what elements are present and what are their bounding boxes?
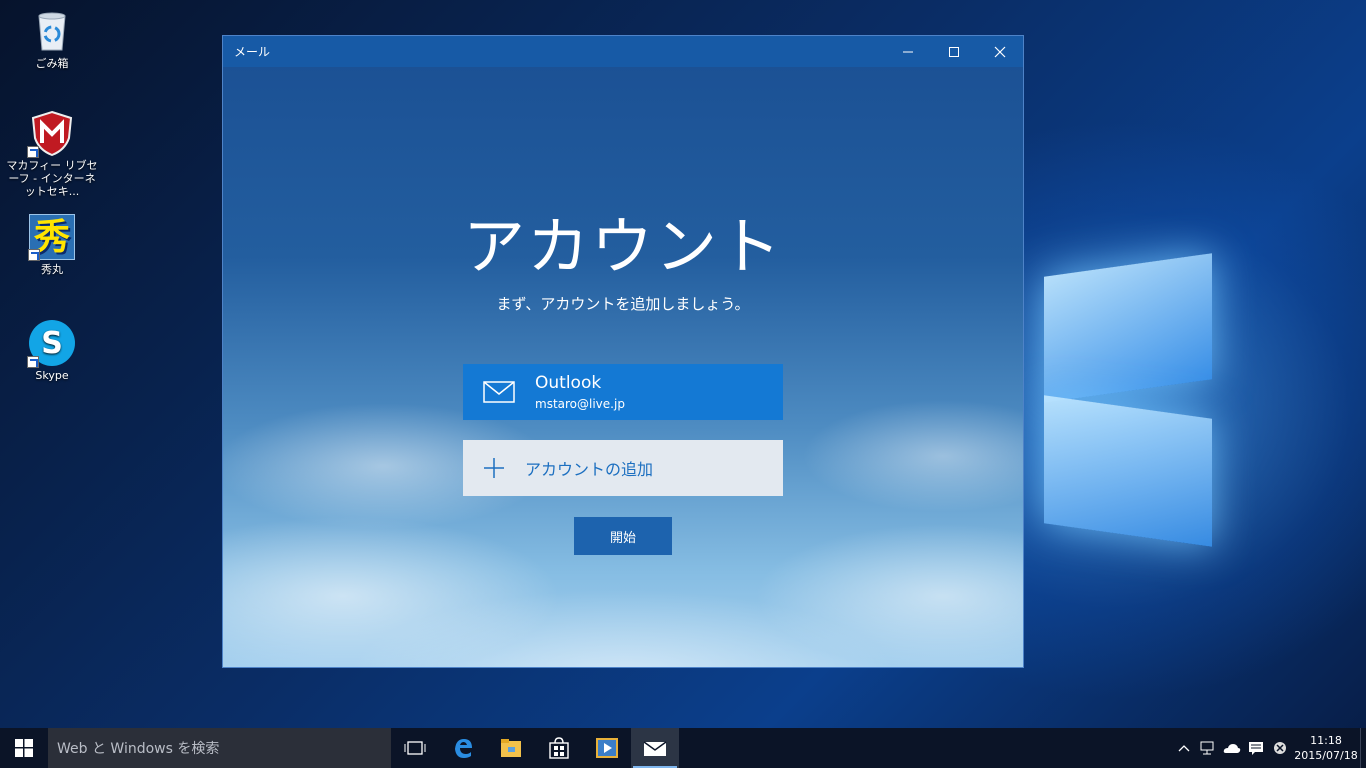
close-icon <box>994 46 1006 57</box>
show-hidden-icons-button[interactable] <box>1172 728 1196 768</box>
desktop-icon-label: ごみ箱 <box>35 57 69 70</box>
page-title: アカウント <box>462 210 783 283</box>
task-view-icon <box>404 741 426 755</box>
account-name: Outlook <box>535 372 602 393</box>
shortcut-arrow-icon <box>28 249 40 261</box>
account-email: mstaro@live.jp <box>535 396 625 411</box>
clock-date: 2015/07/18 <box>1294 749 1358 762</box>
maximize-button[interactable] <box>931 36 977 67</box>
show-desktop-button[interactable] <box>1360 728 1366 768</box>
desktop-icon-label: 秀丸 <box>41 263 63 276</box>
skype-icon: S <box>27 320 75 368</box>
mail-app-icon <box>643 741 667 756</box>
system-tray: 11:18 2015/07/18 <box>1172 728 1366 768</box>
plus-icon <box>463 457 525 479</box>
mail-app-window: メール アカウント まず、アカウントを追加しましょう。 Outlook msta… <box>222 35 1024 668</box>
maximize-icon <box>949 46 959 57</box>
skype-glyph: S <box>41 325 63 361</box>
task-view-button[interactable] <box>391 728 439 768</box>
taskbar-search-input[interactable]: Web と Windows を検索 <box>48 728 391 768</box>
desktop-icon-label: マカフィー リブセーフ - インターネットセキ... <box>6 159 98 198</box>
add-account-label: アカウントの追加 <box>525 460 654 479</box>
action-center-icon <box>1249 742 1263 755</box>
file-explorer-button[interactable] <box>487 728 535 768</box>
start-menu-button[interactable] <box>0 728 48 768</box>
store-button[interactable] <box>535 728 583 768</box>
mail-app-taskbar-button[interactable] <box>631 728 679 768</box>
hidemaru-glyph: 秀 <box>33 216 70 258</box>
edge-icon <box>455 739 472 758</box>
network-icon <box>1200 741 1214 755</box>
mail-icon <box>463 380 535 404</box>
onedrive-tray-button[interactable] <box>1220 728 1244 768</box>
shortcut-arrow-icon <box>27 356 39 368</box>
network-tray-button[interactable] <box>1196 728 1220 768</box>
edge-button[interactable] <box>439 728 487 768</box>
action-center-button[interactable] <box>1244 728 1268 768</box>
taskbar-clock[interactable]: 11:18 2015/07/18 <box>1292 733 1360 763</box>
windows-start-icon <box>15 739 33 757</box>
desktop-icon-recycle-bin[interactable]: ごみ箱 <box>4 8 100 70</box>
file-explorer-icon <box>501 739 521 757</box>
minimize-icon <box>903 51 913 52</box>
desktop-icon-hidemaru[interactable]: 秀 秀丸 <box>4 214 100 276</box>
title-bar[interactable]: メール <box>223 36 1023 67</box>
start-button[interactable]: 開始 <box>574 517 672 555</box>
onedrive-icon <box>1223 744 1241 753</box>
clock-time: 11:18 <box>1310 734 1342 747</box>
shortcut-arrow-icon <box>27 146 39 158</box>
mcafee-icon <box>27 110 75 158</box>
account-tile-outlook[interactable]: Outlook mstaro@live.jp <box>463 364 783 420</box>
add-account-button[interactable]: アカウントの追加 <box>463 440 783 496</box>
page-subtitle: まず、アカウントを追加しましょう。 <box>496 295 750 313</box>
windows-logo-wallpaper <box>1028 245 1218 547</box>
desktop-icon-mcafee[interactable]: マカフィー リブセーフ - インターネットセキ... <box>4 110 100 198</box>
store-icon <box>549 737 569 759</box>
hidemaru-icon: 秀 <box>28 214 75 261</box>
close-button[interactable] <box>977 36 1023 67</box>
window-title: メール <box>234 45 271 59</box>
minimize-button[interactable] <box>885 36 931 67</box>
search-placeholder: Web と Windows を検索 <box>57 741 220 757</box>
recycle-bin-icon <box>29 8 75 54</box>
ime-disabled-icon <box>1274 742 1286 754</box>
desktop-icon-skype[interactable]: S Skype <box>4 320 100 382</box>
chevron-up-icon <box>1178 745 1190 752</box>
ime-tray-button[interactable] <box>1268 728 1292 768</box>
taskbar: Web と Windows を検索 11:18 2015/07/18 <box>0 728 1366 768</box>
desktop-icon-label: Skype <box>35 369 69 382</box>
media-player-button[interactable] <box>583 728 631 768</box>
media-player-icon <box>596 738 618 758</box>
